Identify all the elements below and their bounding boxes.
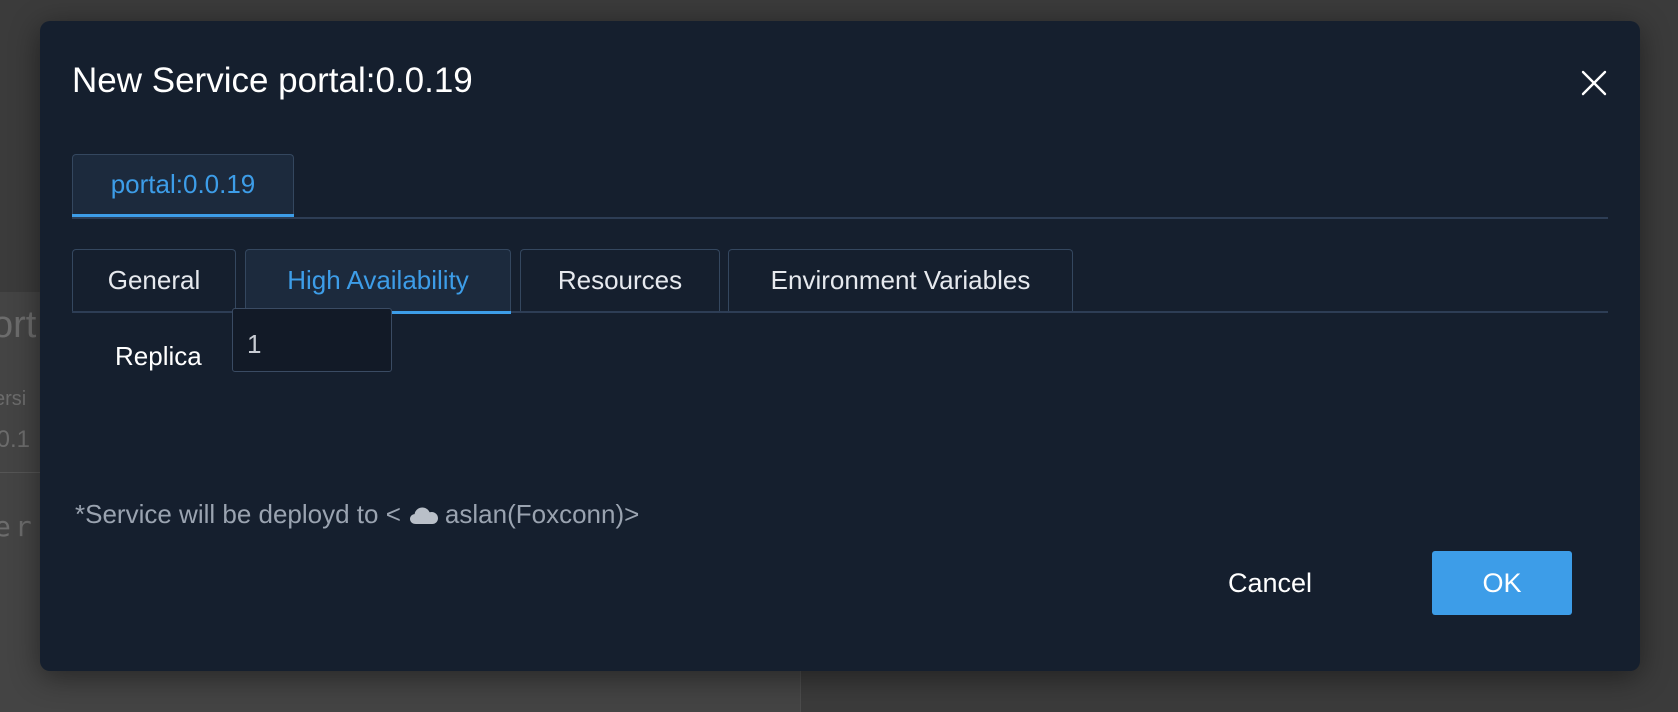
ok-button[interactable]: OK (1432, 551, 1572, 615)
new-service-dialog: New Service portal:0.0.19 portal:0.0.19 … (40, 21, 1640, 671)
background-mono-text: er (0, 510, 36, 543)
deploy-note-prefix: *Service will be deployd to < (75, 499, 401, 529)
dialog-title: New Service portal:0.0.19 (72, 61, 473, 100)
close-icon (1581, 70, 1607, 96)
background-title: ort (0, 304, 37, 346)
deploy-note-target: aslan(Foxconn)> (444, 499, 640, 529)
background-subtitle: ersi (0, 388, 27, 410)
background-version: .0.1 (0, 426, 31, 453)
cloud-icon (409, 505, 439, 525)
replica-input[interactable] (232, 308, 392, 372)
config-tab-bar: General High Availability Resources Envi… (72, 249, 1608, 314)
tab-high-availability[interactable]: High Availability (245, 249, 511, 314)
tab-general[interactable]: General (72, 249, 236, 311)
replica-label: Replica (115, 341, 202, 371)
tab-resources[interactable]: Resources (520, 249, 720, 311)
cancel-button[interactable]: Cancel (1200, 551, 1340, 615)
tab-service-portal[interactable]: portal:0.0.19 (72, 154, 294, 217)
close-button[interactable] (1572, 61, 1616, 105)
service-tab-bar: portal:0.0.19 (72, 133, 1608, 219)
tab-environment-variables[interactable]: Environment Variables (728, 249, 1073, 311)
deploy-target-note: *Service will be deployd to < aslan(Foxc… (75, 499, 639, 530)
